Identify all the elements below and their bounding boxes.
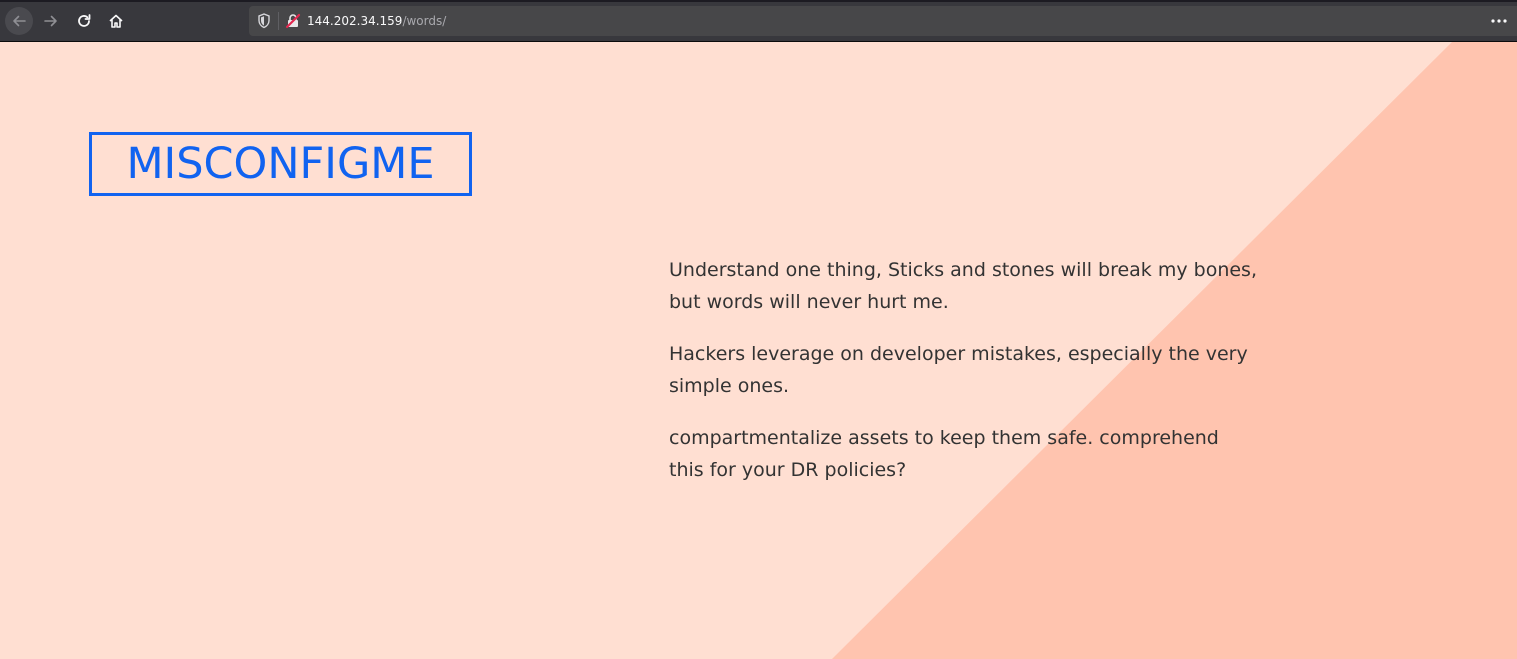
address-bar[interactable]: 144.202.34.159/words/ xyxy=(249,6,1517,36)
url-text[interactable]: 144.202.34.159/words/ xyxy=(307,14,446,28)
back-arrow-icon xyxy=(13,15,26,27)
browser-toolbar: 144.202.34.159/words/ xyxy=(0,0,1517,42)
paragraph-2: Hackers leverage on developer mistakes, … xyxy=(669,343,1248,397)
urlbar-divider xyxy=(278,12,279,30)
insecure-lock-icon[interactable] xyxy=(285,13,301,33)
home-icon xyxy=(109,14,123,28)
page-body: MISCONFIGME Understand one thing, Sticks… xyxy=(0,42,1517,659)
back-button[interactable] xyxy=(5,7,33,35)
site-logo-link[interactable]: MISCONFIGME xyxy=(89,132,472,196)
url-host: 144.202.34.159 xyxy=(307,14,403,28)
paragraph-3: compartmentalize assets to keep them saf… xyxy=(669,427,1219,481)
url-path: /words/ xyxy=(402,14,447,28)
reload-button[interactable] xyxy=(70,7,98,35)
site-logo-text: MISCONFIGME xyxy=(126,138,435,189)
paragraph-1: Understand one thing, Sticks and stones … xyxy=(669,259,1257,313)
forward-button[interactable] xyxy=(37,7,65,35)
forward-arrow-icon xyxy=(44,15,57,27)
shield-icon[interactable] xyxy=(257,13,271,33)
home-button[interactable] xyxy=(102,7,130,35)
reload-icon xyxy=(78,14,91,27)
tab-strip-edge xyxy=(0,0,1517,2)
more-dots-icon[interactable] xyxy=(1491,13,1507,29)
main-content: Understand one thing, Sticks and stones … xyxy=(669,254,1259,506)
